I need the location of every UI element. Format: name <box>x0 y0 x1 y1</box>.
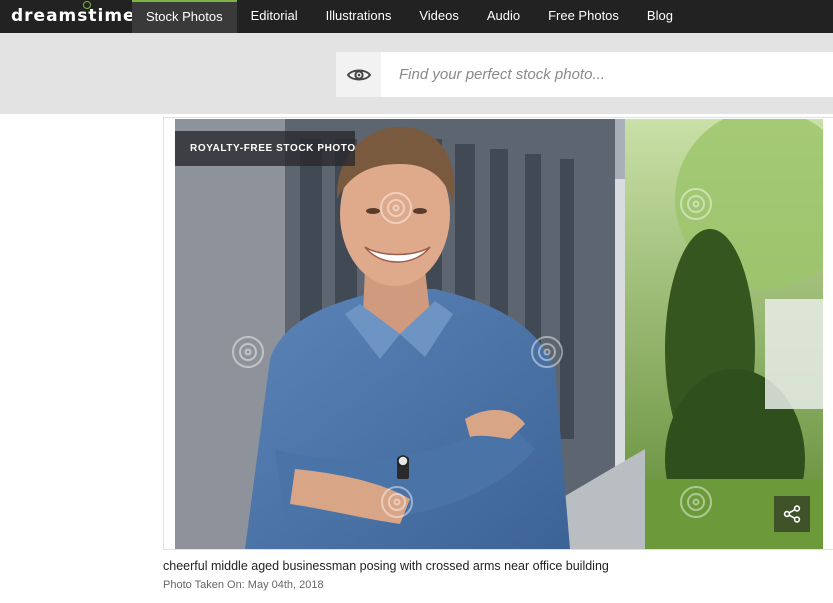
tab-free-photos[interactable]: Free Photos <box>534 0 633 33</box>
photo-taken-date: Photo Taken On: May 04th, 2018 <box>163 579 324 591</box>
share-icon <box>783 505 801 523</box>
photo-illustration <box>175 119 823 549</box>
dreamstime-logo[interactable]: dreamstime® <box>11 1 145 28</box>
search-box <box>336 52 833 97</box>
tab-blog[interactable]: Blog <box>633 0 687 33</box>
search-band <box>0 33 833 114</box>
tab-audio[interactable]: Audio <box>473 0 534 33</box>
tab-stock-photos[interactable]: Stock Photos <box>132 0 237 33</box>
search-input[interactable] <box>381 52 833 97</box>
tab-videos[interactable]: Videos <box>405 0 473 33</box>
main-nav-tabs: Stock Photos Editorial Illustrations Vid… <box>132 0 687 33</box>
visual-search-button[interactable] <box>336 52 381 97</box>
top-navigation: dreamstime® Stock Photos Editorial Illus… <box>0 0 833 33</box>
tab-illustrations[interactable]: Illustrations <box>312 0 406 33</box>
photo-title: cheerful middle aged businessman posing … <box>163 559 609 573</box>
tab-editorial[interactable]: Editorial <box>237 0 312 33</box>
royalty-free-badge: ROYALTY-FREE STOCK PHOTO <box>175 131 355 166</box>
logo-swirl-icon <box>83 1 91 9</box>
stock-photo[interactable] <box>175 119 823 549</box>
logo-text: dreamstime <box>11 6 136 26</box>
share-button[interactable] <box>774 496 810 532</box>
eye-icon <box>346 69 371 80</box>
